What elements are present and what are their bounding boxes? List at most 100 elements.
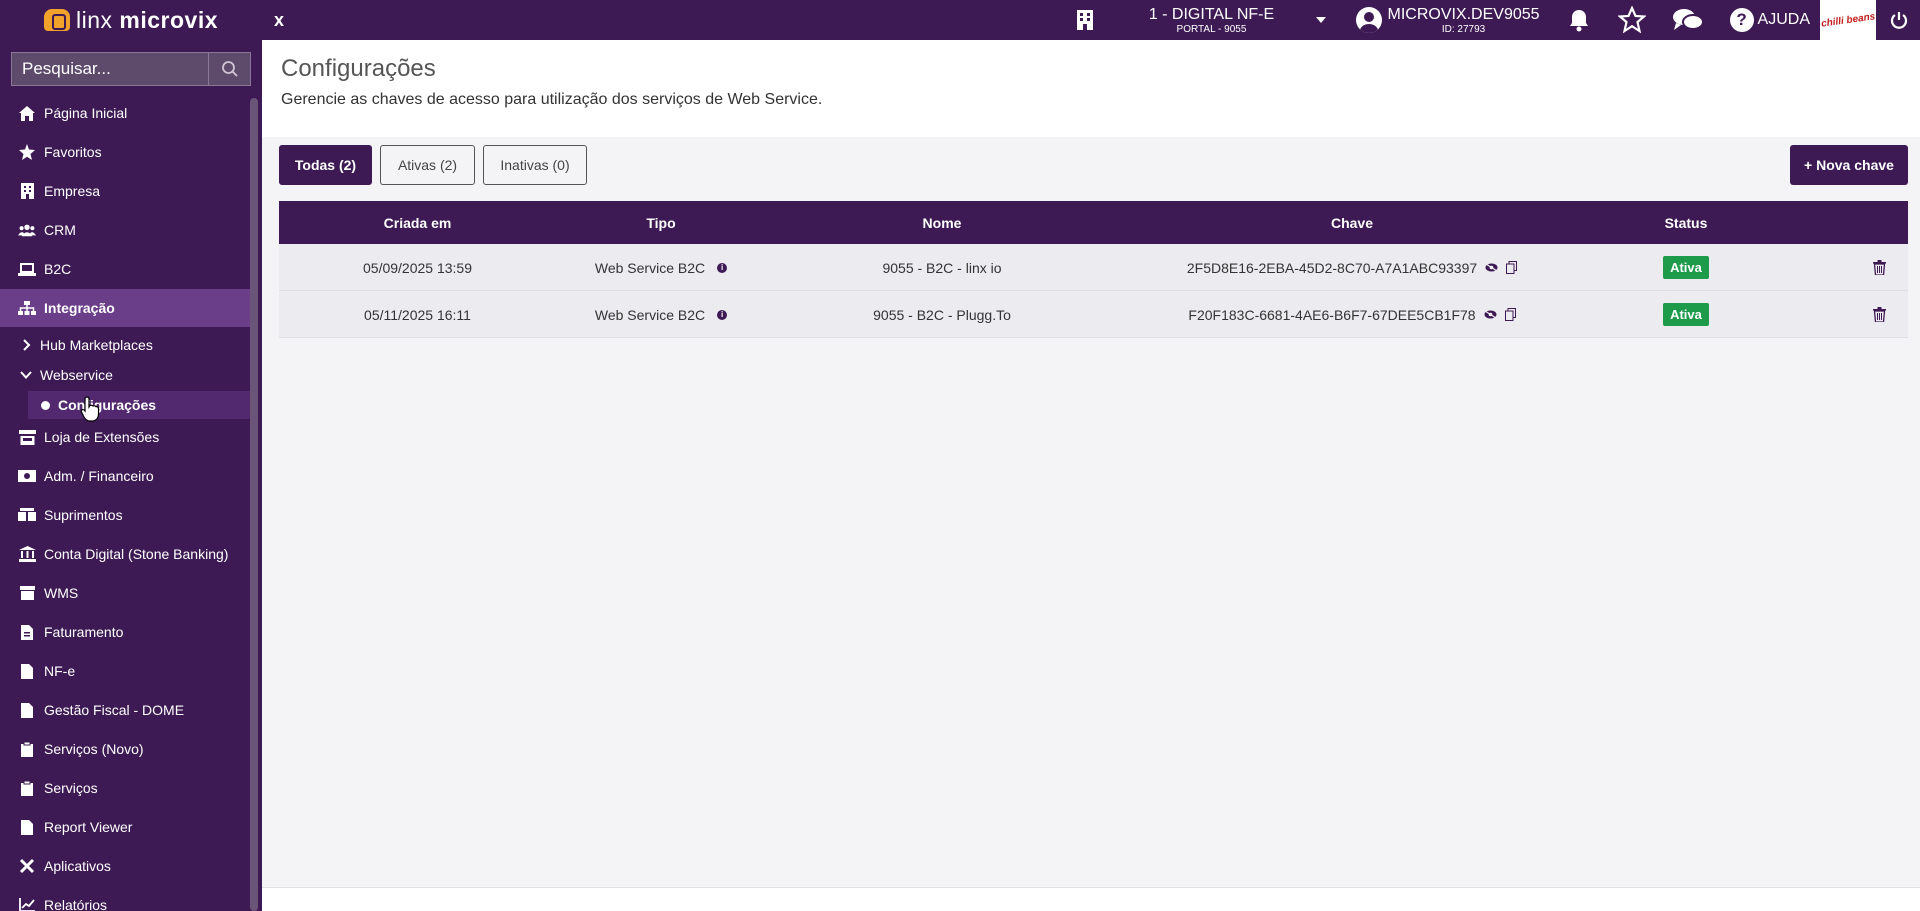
sidebar-item-label: CRM [44,222,76,238]
file-icon [18,818,36,836]
user-id: ID: 27793 [1441,23,1486,35]
copy-icon[interactable] [1506,261,1518,274]
sidebar-item-pagina-inicial[interactable]: Página Inicial [0,94,252,132]
sidebar-item-aplicativos[interactable]: Aplicativos [0,847,252,885]
sidebar-item-report-viewer[interactable]: Report Viewer [0,808,252,846]
sidebar-item-label: NF-e [44,663,76,679]
sidebar-scrollbar[interactable] [250,98,258,911]
filter-inactive-button[interactable]: Inativas (0) [483,145,587,185]
header-type: Tipo [646,214,676,231]
sidebar-item-label: Webservice [40,367,113,383]
sidebar-search [11,52,251,86]
key-value: 2F5D8E16-2EBA-45D2-8C70-A7A1ABC93397 [1186,259,1478,276]
cell-actions [1859,291,1899,338]
home-icon [18,104,36,122]
sidebar-item-servicos[interactable]: Serviços [0,769,252,807]
company-selector[interactable]: 1 - DIGITAL NF-E PORTAL - 9055 [1074,5,1327,35]
type-label: Web Service B2C [594,306,706,323]
eye-slash-icon[interactable] [1485,263,1498,272]
copy-icon[interactable] [1504,308,1516,321]
info-icon[interactable]: i [717,309,728,320]
status-badge: Ativa [1663,256,1709,279]
new-key-button[interactable]: + Nova chave [1790,145,1908,185]
cell-status: Ativa [1586,291,1786,338]
sidebar-item-hub-marketplaces[interactable]: Hub Marketplaces [0,331,252,359]
sidebar-item-nfe[interactable]: NF-e [0,652,252,690]
cell-actions [1859,244,1899,291]
users-icon [18,221,36,239]
sidebar-item-integracao[interactable]: Integração [0,289,252,327]
search-button[interactable] [209,52,251,86]
building-icon [18,182,36,200]
table-row: 05/11/2025 16:11 Web Service B2C i 9055 … [279,291,1908,338]
chevron-right-icon [23,339,31,351]
footer-strip [262,887,1920,911]
sidebar-item-conta-digital[interactable]: Conta Digital (Stone Banking) [0,535,252,573]
sidebar-item-configuracoes[interactable]: Configurações [28,391,252,419]
sidebar-item-favoritos[interactable]: Favoritos [0,133,252,171]
search-input[interactable] [11,52,209,86]
star-outline-icon [1617,6,1646,34]
sidebar-item-label: Integração [44,300,115,316]
sidebar-item-adm-financeiro[interactable]: Adm. / Financeiro [0,457,252,495]
trash-icon[interactable] [1872,307,1886,322]
sidebar-item-loja-de-extensoes[interactable]: Loja de Extensões [0,418,252,456]
table-header: Criada em Tipo Nome Chave Status [279,201,1908,244]
sidebar-item-crm[interactable]: CRM [0,211,252,249]
cell-key: 2F5D8E16-2EBA-45D2-8C70-A7A1ABC93397 [1118,244,1586,291]
filter-active-button[interactable]: Ativas (2) [380,145,475,185]
cell-name: 9055 - B2C - linx io [882,259,1002,276]
main-content: Configurações Gerencie as chaves de aces… [262,40,1920,911]
help-button[interactable]: ? AJUDA [1729,8,1810,32]
close-menu-button[interactable]: x [274,10,284,31]
user-avatar-icon [1356,7,1383,33]
type-label: Web Service B2C [594,259,706,276]
dot-icon [41,400,50,410]
sidebar-item-label: Empresa [44,183,101,199]
power-icon [1890,12,1908,29]
store-icon [18,428,36,446]
brand-name-bold: microvix [119,6,218,33]
sidebar-item-label: Relatórios [44,897,108,911]
cell-created: 05/11/2025 16:11 [364,306,471,323]
sidebar-item-servicos-novo[interactable]: Serviços (Novo) [0,730,252,768]
file-icon [18,701,36,719]
file-icon [18,623,36,641]
filter-all-button[interactable]: Todas (2) [279,145,372,185]
page-header: Configurações Gerencie as chaves de aces… [262,40,1920,137]
sidebar-item-label: B2C [44,261,72,277]
sidebar-item-label: Aplicativos [44,858,111,874]
laptop-icon [18,260,36,278]
linx-microvix-logo[interactable]: linx microvix [0,0,262,40]
sidebar-item-faturamento[interactable]: Faturamento [0,613,252,651]
trash-icon[interactable] [1872,260,1886,275]
sidebar-item-label: Faturamento [44,624,124,640]
eye-slash-icon[interactable] [1484,310,1497,319]
sidebar-item-empresa[interactable]: Empresa [0,172,252,210]
info-icon[interactable]: i [717,262,728,273]
sidebar-item-label: Gestão Fiscal - DOME [44,702,185,718]
sidebar-item-suprimentos[interactable]: Suprimentos [0,496,252,534]
sidebar-item-label: Serviços [44,780,98,796]
sidebar-item-b2c[interactable]: B2C [0,250,252,288]
cell-status: Ativa [1586,244,1786,291]
building-icon [1077,10,1094,30]
user-menu[interactable]: MICROVIX.DEV9055 ID: 27793 [1356,6,1540,35]
favorites-button[interactable] [1617,6,1646,34]
clipboard-icon [18,740,36,758]
sidebar-item-relatorios[interactable]: Relatórios [0,886,252,911]
notifications-button[interactable] [1566,7,1592,33]
boxes-icon [18,506,36,524]
header-created: Criada em [383,214,452,231]
sidebar-item-webservice[interactable]: Webservice [0,361,252,389]
sidebar-item-gestao-fiscal[interactable]: Gestão Fiscal - DOME [0,691,252,729]
chat-button[interactable] [1672,7,1704,33]
sidebar-item-wms[interactable]: WMS [0,574,252,612]
sidebar-item-label: Suprimentos [44,507,123,523]
company-name: 1 - DIGITAL NF-E [1148,5,1275,23]
header-name: Nome [922,214,962,231]
store-brand-label: chilli beans [1820,10,1876,30]
logout-button[interactable] [1890,11,1908,29]
content-area: Todas (2) Ativas (2) Inativas (0) + Nova… [262,137,1920,887]
header-key: Chave [1330,214,1374,231]
